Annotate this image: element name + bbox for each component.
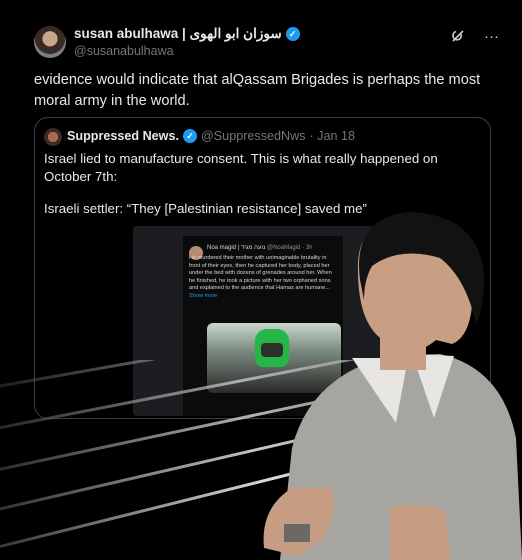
quote-date[interactable]: · Jan 18 xyxy=(309,129,355,143)
quote-verified-badge-icon: ✓ xyxy=(183,129,197,143)
author-name[interactable]: susan abulhawa | سوزان ابو الهوى xyxy=(74,26,282,42)
quote-author-name[interactable]: Suppressed News. xyxy=(67,129,179,143)
embedded-show-more: Show more xyxy=(189,292,218,299)
quote-header: Suppressed News. ✓ @SuppressedNws · Jan … xyxy=(67,129,355,143)
quote-author-handle[interactable]: @SuppressedNws xyxy=(201,129,305,143)
author-handle[interactable]: @susanabulhawa xyxy=(74,44,174,58)
tweet-text: evidence would indicate that alQassam Br… xyxy=(34,72,481,109)
quote-author-avatar[interactable] xyxy=(44,128,62,146)
author-name-row[interactable]: susan abulhawa | سوزان ابو الهوى ✓ xyxy=(74,26,300,42)
quote-line-1: Israel lied to manufacture consent. This… xyxy=(44,151,438,184)
grok-icon[interactable] xyxy=(450,28,466,44)
tweet-actions: ··· xyxy=(450,28,499,45)
portrait-photo xyxy=(263,212,522,560)
more-options-button[interactable]: ··· xyxy=(484,28,499,45)
verified-badge-icon: ✓ xyxy=(285,27,300,41)
author-avatar[interactable] xyxy=(34,26,66,58)
